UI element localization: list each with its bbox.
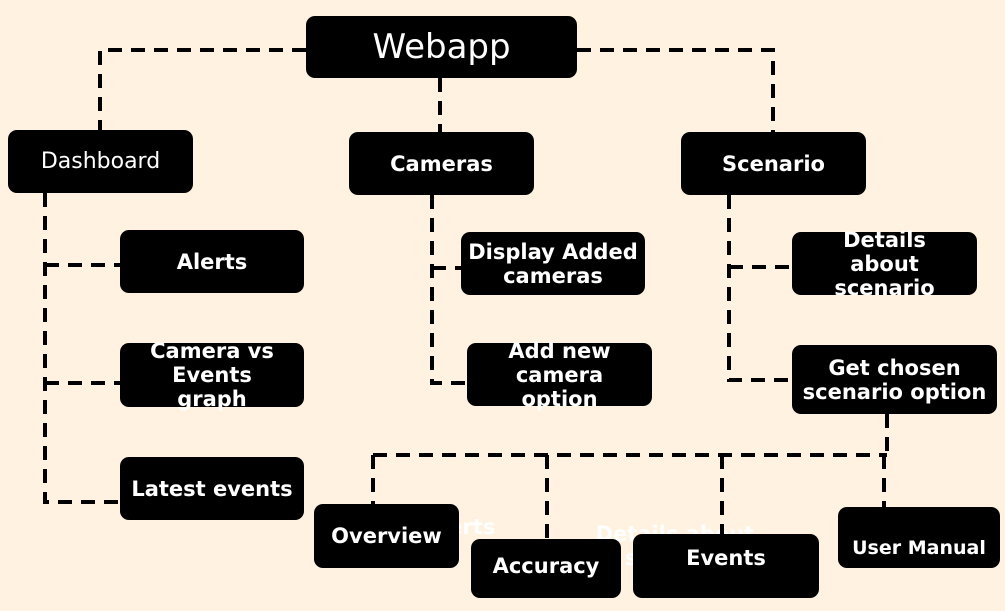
node-get-chosen-scenario-option: Get chosen scenario option [792,345,997,414]
node-latest-events: Latest events [120,457,304,520]
node-scenario: Scenario [681,132,866,195]
node-cameras: Cameras [349,132,534,195]
node-user-manual: User Manual [838,507,1000,568]
connector-dashboard-trunk [43,193,120,504]
node-camera-vs-events-graph: Camera vs Events graph [120,339,304,411]
node-dashboard: Dashboard [8,130,193,193]
connector-webapp-scenario [577,48,775,132]
node-alerts: Alerts [120,230,304,293]
node-display-added-cameras: Display Added cameras [461,232,645,295]
connector-webapp-dashboard [98,48,306,130]
node-details-about-scenario: Details about scenario [792,228,977,300]
node-events: Events [633,534,819,598]
node-overview: Overview [314,504,459,568]
node-webapp: Webapp [306,16,577,78]
node-add-new-camera-option: Add new camera option [467,339,652,411]
node-accuracy: Accuracy [471,539,621,598]
connector-scenario-trunk [727,195,792,382]
